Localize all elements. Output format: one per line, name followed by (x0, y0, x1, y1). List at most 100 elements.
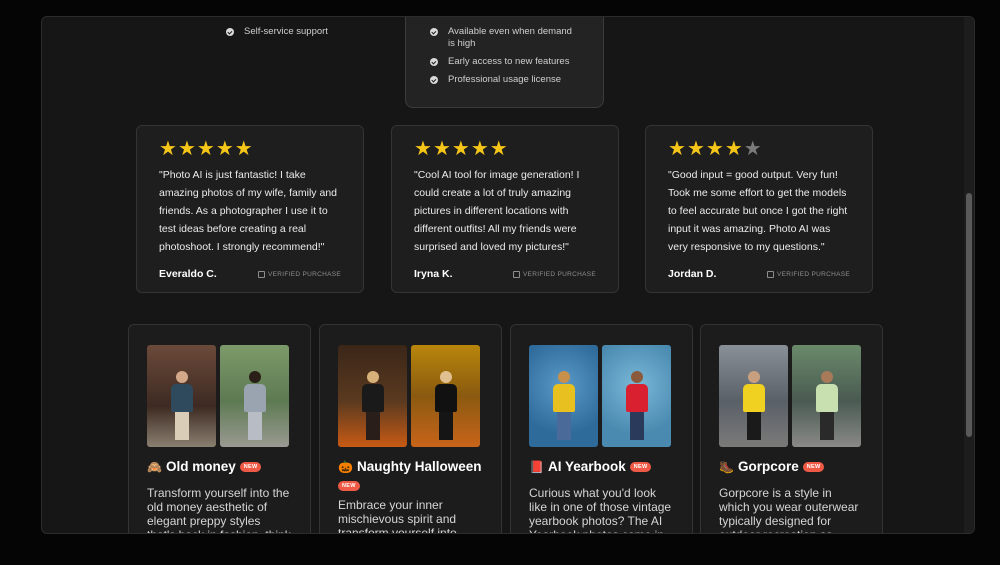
person-torso (170, 384, 193, 412)
reviewer-name: Jordan D. (668, 268, 717, 280)
person-head (248, 371, 261, 383)
person-head (366, 371, 379, 383)
person-figure (552, 371, 575, 441)
review-text: "Good input = good output. Very fun! Too… (668, 169, 848, 253)
person-legs (556, 412, 571, 440)
verified-purchase: VERIFIED PURCHASE (257, 270, 341, 278)
style-description: Embrace your inner mischievous spirit an… (338, 498, 457, 534)
person-figure (625, 371, 648, 441)
style-title: 📕 AI Yearbook NEW (529, 459, 674, 474)
app-window: Self-service support Available even when… (41, 16, 975, 534)
style-title-text: Old money (165, 459, 236, 474)
style-description: Gorpcore is a style in which you wear ou… (719, 486, 859, 533)
style-title-text: AI Yearbook (547, 459, 626, 474)
checkbox-icon (257, 270, 265, 278)
star-empty-icon: ★ (743, 138, 762, 160)
person-torso (625, 384, 648, 412)
star-icon: ★ (432, 138, 451, 160)
star-icon: ★ (489, 138, 508, 160)
style-photo (338, 345, 407, 447)
person-legs (438, 412, 453, 440)
review-footer: Jordan D. VERIFIED PURCHASE (668, 268, 850, 280)
reviewer-name: Iryna K. (414, 268, 453, 280)
verified-label: VERIFIED PURCHASE (776, 270, 850, 278)
feature-item: Early access to new features (430, 56, 580, 68)
person-legs (365, 412, 380, 440)
review-text: "Photo AI is just fantastic! I take amaz… (159, 169, 337, 253)
star-icon: ★ (686, 138, 705, 160)
person-head (820, 371, 833, 383)
person-figure (243, 371, 266, 441)
style-photo (792, 345, 861, 447)
person-torso (552, 384, 575, 412)
new-badge: NEW (338, 481, 360, 491)
review-card: ★ ★ ★ ★ ★ "Cool AI tool for image generation… (391, 125, 619, 293)
verified-label: VERIFIED PURCHASE (267, 270, 341, 278)
star-icon: ★ (705, 138, 724, 160)
star-icon: ★ (159, 138, 177, 160)
person-torso (243, 384, 266, 412)
person-head (175, 371, 188, 383)
person-torso (815, 384, 838, 412)
star-icon: ★ (215, 138, 234, 160)
style-card-ai-yearbook[interactable]: 📕 AI Yearbook NEW Curious what you'd loo… (510, 324, 693, 533)
style-description: Curious what you'd look like in one of t… (529, 486, 672, 533)
person-legs (819, 412, 834, 440)
person-torso (742, 384, 765, 412)
new-badge: NEW (629, 461, 652, 472)
style-title: 🥾 Gorpcore NEW (719, 459, 864, 474)
new-badge: NEW (239, 461, 262, 472)
person-head (630, 371, 643, 383)
review-footer: Everaldo C. VERIFIED PURCHASE (159, 268, 341, 280)
star-icon: ★ (668, 138, 686, 160)
star-icon: ★ (414, 138, 432, 160)
style-title: 🎃 Naughty Halloween (338, 459, 483, 474)
style-photo (220, 345, 289, 447)
style-card-naughty-halloween[interactable]: 🎃 Naughty Halloween NEW Embrace your inn… (319, 324, 502, 534)
verified-label: VERIFIED PURCHASE (522, 270, 596, 278)
person-figure (170, 371, 193, 441)
feature-label: Available even when demand is high (448, 26, 572, 49)
style-thumbnails (719, 345, 864, 447)
person-legs (247, 412, 262, 440)
star-icon: ★ (196, 138, 215, 160)
pumpkin-icon: 🎃 (338, 459, 353, 474)
style-title: 🙈 Old money NEW (147, 459, 292, 474)
style-card-gorpcore[interactable]: 🥾 Gorpcore NEW Gorpcore is a style in wh… (700, 324, 883, 533)
checkbox-icon (766, 270, 774, 278)
feature-item: Self-service support (226, 26, 328, 38)
feature-item: Available even when demand is high (430, 26, 580, 50)
star-icon: ★ (451, 138, 470, 160)
scrollbar-thumb[interactable] (966, 193, 972, 437)
style-thumbnails (338, 345, 483, 447)
star-icon: ★ (177, 138, 196, 160)
person-figure (434, 371, 457, 441)
check-circle-icon (226, 28, 234, 36)
feature-label: Early access to new features (448, 56, 570, 67)
plan-features-left: Self-service support (226, 26, 328, 38)
star-rating: ★ ★ ★ ★ ★ (668, 139, 850, 159)
person-legs (746, 412, 761, 440)
vertical-scrollbar[interactable] (964, 17, 974, 533)
style-title-text: Gorpcore (737, 459, 799, 474)
style-description: Transform yourself into the old money ae… (147, 486, 291, 533)
boot-icon: 🥾 (719, 459, 734, 474)
monkey-icon: 🙈 (147, 459, 162, 474)
verified-purchase: VERIFIED PURCHASE (766, 270, 850, 278)
check-circle-icon (430, 58, 438, 66)
person-torso (361, 384, 384, 412)
style-photo (719, 345, 788, 447)
person-legs (629, 412, 644, 440)
verified-purchase: VERIFIED PURCHASE (512, 270, 596, 278)
style-photo (147, 345, 216, 447)
style-photo (602, 345, 671, 447)
check-circle-icon (430, 76, 438, 84)
plan-card-highlighted: Available even when demand is high Early… (405, 17, 604, 108)
style-card-old-money[interactable]: 🙈 Old money NEW Transform yourself into … (128, 324, 311, 533)
person-legs (174, 412, 189, 440)
checkbox-icon (512, 270, 520, 278)
feature-label: Self-service support (244, 26, 328, 37)
person-torso (434, 384, 457, 412)
style-photo (411, 345, 480, 447)
review-text: "Cool AI tool for image generation! I co… (414, 169, 580, 253)
